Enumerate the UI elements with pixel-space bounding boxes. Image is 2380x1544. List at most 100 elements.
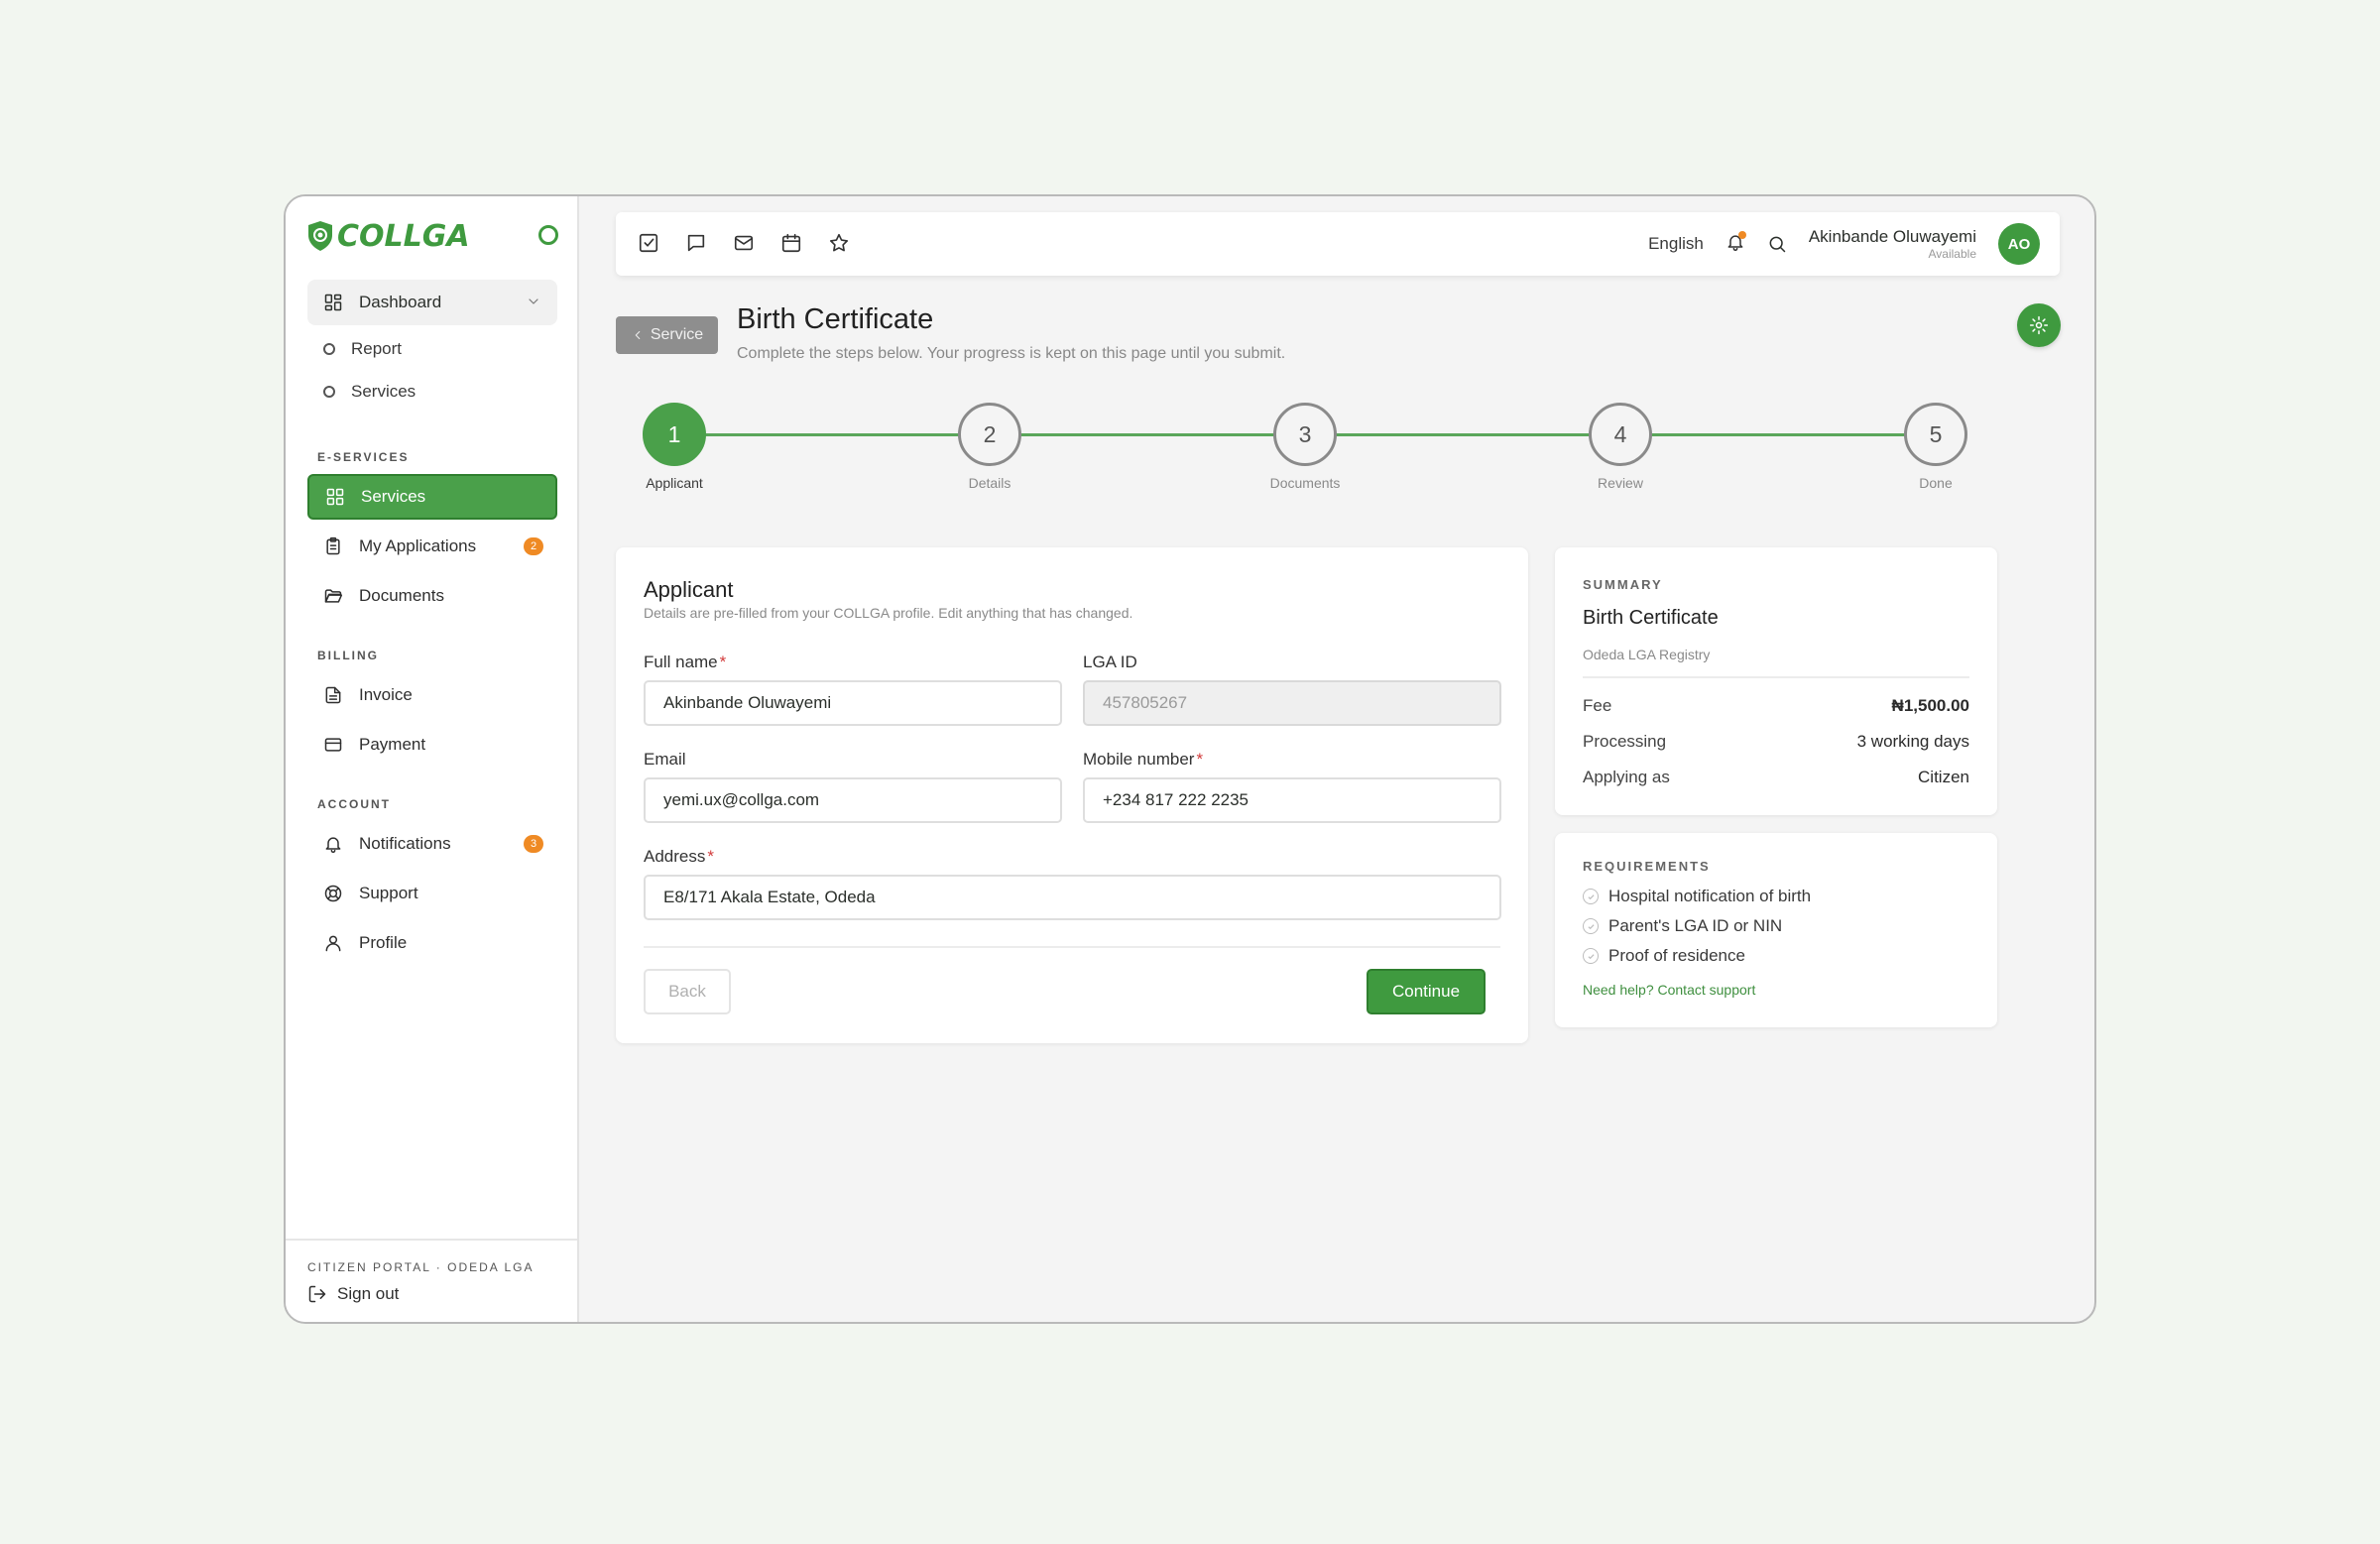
mail-icon[interactable] [733, 232, 755, 254]
language-selector[interactable]: English [1648, 234, 1704, 254]
step-3-label: Documents [1269, 475, 1341, 491]
check-circle-icon [1583, 889, 1599, 904]
grid-icon [324, 294, 342, 311]
back-to-service-button[interactable]: Service [616, 316, 718, 354]
email-label: Email [644, 750, 686, 769]
requirement-text: Proof of residence [1608, 946, 1745, 965]
step-1-label: Applicant [646, 475, 703, 491]
full-name-field[interactable] [644, 680, 1062, 726]
gear-icon [2029, 315, 2049, 335]
sidebar-item-my-applications[interactable]: My Applications 2 [307, 524, 557, 569]
back-button[interactable]: Back [644, 969, 731, 1014]
notifications-button[interactable] [1726, 230, 1746, 257]
shield-logo-icon [308, 221, 332, 251]
chevron-down-icon [529, 298, 538, 304]
requirements-label: REQUIREMENTS [1583, 859, 1711, 874]
summary-card: SUMMARY Birth Certificate Odeda LGA Regi… [1555, 547, 1997, 815]
form-subtitle: Details are pre-filled from your COLLGA … [644, 605, 1133, 621]
requirement-text: Parent's LGA ID or NIN [1608, 916, 1783, 935]
contact-support-link[interactable]: Need help? Contact support [1583, 982, 1755, 998]
mobile-label-text: Mobile number [1083, 750, 1195, 769]
search-icon[interactable] [1767, 234, 1787, 254]
summary-label: SUMMARY [1583, 577, 1663, 592]
sign-out-button[interactable]: Sign out [307, 1284, 399, 1304]
mobile-label: Mobile number * [1083, 750, 1203, 770]
count-badge: 2 [524, 537, 543, 555]
topbar-right: English Akinbande Oluwayemi Available AO [1648, 222, 2040, 266]
step-4-label: Review [1598, 475, 1643, 491]
step-2-label: Details [968, 475, 1012, 491]
address-label-text: Address [644, 847, 706, 866]
bullet-icon [323, 386, 335, 398]
step-4[interactable]: 4 [1589, 403, 1652, 466]
step-5[interactable]: 5 [1904, 403, 1967, 466]
grid-icon [326, 488, 344, 506]
nav-dashboard[interactable]: Dashboard [307, 280, 557, 325]
logout-icon [308, 1285, 326, 1303]
section-eservices: E-SERVICES [317, 450, 410, 464]
step-3[interactable]: 3 [1273, 403, 1337, 466]
mobile-number-field[interactable] [1083, 777, 1501, 823]
avatar[interactable]: AO [1998, 223, 2040, 265]
sidebar-item-label: Notifications [359, 834, 451, 853]
sidebar-item-documents[interactable]: Documents [307, 573, 557, 619]
summary-title: Birth Certificate [1583, 607, 1719, 629]
status-ring-icon[interactable] [538, 225, 558, 245]
check-circle-icon [1583, 918, 1599, 934]
topbar: English Akinbande Oluwayemi Available AO [616, 212, 2060, 276]
section-billing: BILLING [317, 649, 379, 662]
toolbar-icons [638, 232, 850, 254]
chat-icon[interactable] [685, 232, 707, 254]
sidebar-item-payment[interactable]: Payment [307, 722, 557, 768]
step-5-label: Done [1919, 475, 1953, 491]
subnav-services[interactable]: Services [307, 376, 416, 408]
star-icon[interactable] [828, 232, 850, 254]
user-icon [325, 935, 341, 952]
requirement-text: Hospital notification of birth [1608, 887, 1812, 905]
requirements-card: REQUIREMENTS Hospital notification of bi… [1555, 833, 1997, 1027]
clipboard-icon [326, 536, 340, 555]
checkbox-icon[interactable] [638, 232, 659, 254]
sidebar-item-invoice[interactable]: Invoice [307, 672, 557, 718]
nav-dashboard-label: Dashboard [359, 293, 442, 311]
portal-label: CITIZEN PORTAL · ODEDA LGA [307, 1260, 535, 1274]
address-label: Address * [644, 847, 714, 867]
calendar-icon[interactable] [780, 232, 802, 254]
requirement-item: Parent's LGA ID or NIN [1583, 916, 1782, 936]
notification-dot [1737, 230, 1746, 239]
brand-logo[interactable]: COLLGA [307, 216, 470, 256]
address-field[interactable] [644, 875, 1501, 920]
form-title: Applicant [644, 577, 734, 602]
required-mark: * [1196, 750, 1204, 769]
summary-key: Processing [1583, 732, 1667, 751]
user-info[interactable]: Akinbande Oluwayemi Available [1809, 227, 1976, 261]
form-divider [644, 946, 1500, 948]
subnav-report-label: Report [351, 339, 403, 358]
sidebar-item-label: Support [359, 884, 418, 902]
step-2[interactable]: 2 [958, 403, 1021, 466]
sidebar-footer: CITIZEN PORTAL · ODEDA LGA Sign out [286, 1239, 577, 1322]
sidebar-item-support[interactable]: Support [307, 871, 557, 916]
summary-divider [1583, 676, 1969, 678]
lifebuoy-icon [324, 885, 342, 902]
settings-button[interactable] [2017, 303, 2061, 347]
subnav-services-label: Services [351, 382, 416, 401]
sidebar-item-label: Profile [359, 933, 408, 952]
sidebar-item-services[interactable]: Services [307, 474, 557, 520]
requirement-item: Proof of residence [1583, 946, 1745, 966]
step-1[interactable]: 1 [643, 403, 706, 466]
full-name-label: Full name * [644, 653, 726, 672]
sidebar-item-profile[interactable]: Profile [307, 920, 557, 966]
sidebar-item-notifications[interactable]: Notifications 3 [307, 821, 557, 867]
bell-icon [325, 837, 341, 854]
subnav-report[interactable]: Report [307, 333, 402, 365]
check-circle-icon [1583, 948, 1599, 964]
sidebar-item-label: Services [361, 487, 426, 506]
sidebar-item-label: Payment [359, 735, 426, 754]
brand-name: COLLGA [337, 218, 470, 254]
bullet-icon [323, 343, 335, 355]
email-field[interactable] [644, 777, 1062, 823]
sidebar-item-label: Invoice [359, 685, 413, 704]
credit-card-icon [324, 738, 342, 752]
continue-button[interactable]: Continue [1367, 969, 1486, 1014]
